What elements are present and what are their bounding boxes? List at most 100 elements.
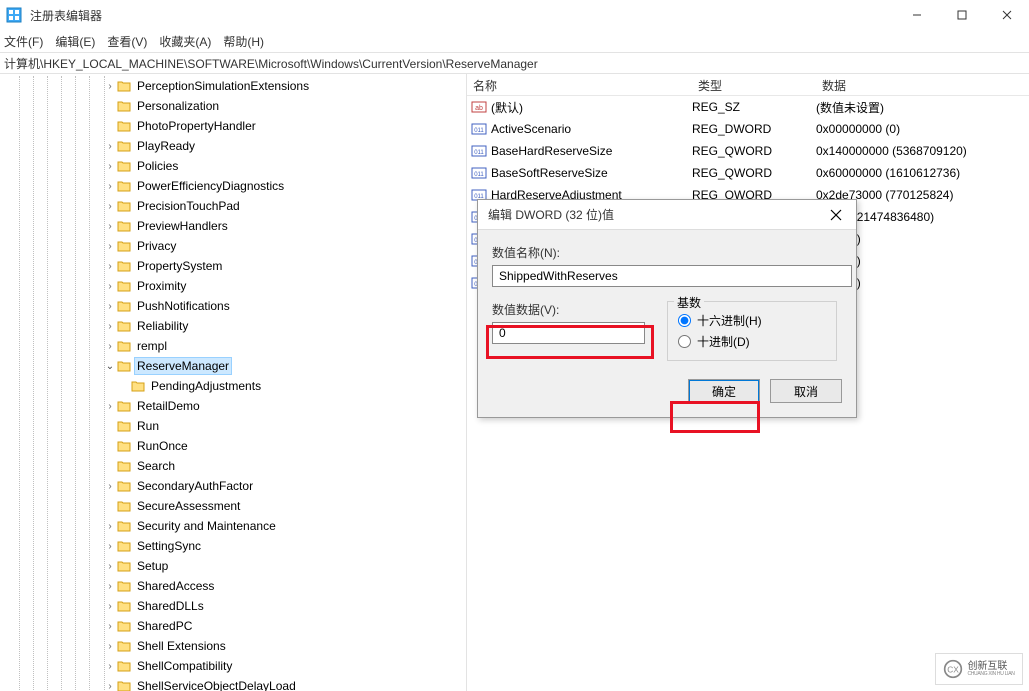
tree-item[interactable]: ›SecondaryAuthFactor <box>0 476 466 496</box>
app-icon <box>6 7 22 23</box>
folder-icon <box>117 500 131 512</box>
tree-item-label: ShellCompatibility <box>135 658 234 674</box>
tree-item[interactable]: ›Security and Maintenance <box>0 516 466 536</box>
list-row[interactable]: ab(默认)REG_SZ(数值未设置) <box>467 96 1029 118</box>
chevron-right-icon[interactable]: › <box>104 541 116 552</box>
chevron-right-icon[interactable]: › <box>104 301 116 312</box>
tree-item[interactable]: ›RetailDemo <box>0 396 466 416</box>
menu-favorites[interactable]: 收藏夹(A) <box>159 33 211 50</box>
tree-item[interactable]: ›SharedDLLs <box>0 596 466 616</box>
folder-icon <box>117 340 131 352</box>
menu-edit[interactable]: 编辑(E) <box>55 33 95 50</box>
tree-item-label: rempl <box>135 338 169 354</box>
tree-item[interactable]: › SettingSync <box>0 536 466 556</box>
radio-dec[interactable] <box>678 335 691 348</box>
chevron-right-icon[interactable]: › <box>104 641 116 652</box>
address-bar[interactable]: 计算机\HKEY_LOCAL_MACHINE\SOFTWARE\Microsof… <box>0 52 1029 74</box>
tree-item[interactable]: PhotoPropertyHandler <box>0 116 466 136</box>
tree-item[interactable]: ›PrecisionTouchPad <box>0 196 466 216</box>
tree-item[interactable]: ›Shell Extensions <box>0 636 466 656</box>
list-row[interactable]: 011BaseHardReserveSizeREG_QWORD0x1400000… <box>467 140 1029 162</box>
chevron-right-icon[interactable]: › <box>104 81 116 92</box>
tree-item[interactable]: ›SharedAccess <box>0 576 466 596</box>
tree-item[interactable]: › Policies <box>0 156 466 176</box>
tree-item-label: PowerEfficiencyDiagnostics <box>135 178 286 194</box>
cancel-button[interactable]: 取消 <box>770 379 842 403</box>
chevron-right-icon[interactable]: › <box>104 621 116 632</box>
radio-hex[interactable] <box>678 314 691 327</box>
chevron-down-icon[interactable]: ⌄ <box>104 361 116 372</box>
dialog-close-button[interactable] <box>816 200 856 230</box>
value-name: ActiveScenario <box>491 122 692 136</box>
folder-icon <box>117 100 131 112</box>
chevron-right-icon[interactable]: › <box>104 601 116 612</box>
tree-item[interactable]: Personalization <box>0 96 466 116</box>
chevron-right-icon[interactable]: › <box>104 281 116 292</box>
tree-item[interactable]: ›Reliability <box>0 316 466 336</box>
tree-item[interactable]: ›Setup <box>0 556 466 576</box>
window-title: 注册表编辑器 <box>30 7 894 24</box>
tree-item[interactable]: ›PushNotifications <box>0 296 466 316</box>
maximize-button[interactable] <box>939 0 984 30</box>
list-row[interactable]: 011ActiveScenarioREG_DWORD0x00000000 (0) <box>467 118 1029 140</box>
tree-item[interactable]: SecureAssessment <box>0 496 466 516</box>
chevron-right-icon[interactable]: › <box>104 241 116 252</box>
menu-view[interactable]: 查看(V) <box>107 33 147 50</box>
chevron-right-icon[interactable]: › <box>104 141 116 152</box>
tree-item-label: PreviewHandlers <box>135 218 230 234</box>
tree-item[interactable]: PendingAdjustments <box>0 376 466 396</box>
tree-item[interactable]: ›ShellServiceObjectDelayLoad <box>0 676 466 691</box>
chevron-right-icon[interactable]: › <box>104 221 116 232</box>
titlebar: 注册表编辑器 <box>0 0 1029 30</box>
tree-item[interactable]: RunOnce <box>0 436 466 456</box>
tree-item[interactable]: ›PerceptionSimulationExtensions <box>0 76 466 96</box>
menu-file[interactable]: 文件(F) <box>4 33 43 50</box>
tree-item[interactable]: ›Privacy <box>0 236 466 256</box>
tree-item[interactable]: › ShellCompatibility <box>0 656 466 676</box>
tree-item[interactable]: › PowerEfficiencyDiagnostics <box>0 176 466 196</box>
value-data-input[interactable] <box>492 322 645 344</box>
dialog-titlebar[interactable]: 编辑 DWORD (32 位)值 <box>478 200 856 230</box>
tree-item[interactable]: Search <box>0 456 466 476</box>
menu-help[interactable]: 帮助(H) <box>223 33 264 50</box>
chevron-right-icon[interactable]: › <box>104 581 116 592</box>
chevron-right-icon[interactable]: › <box>104 201 116 212</box>
tree-item[interactable]: ⌄ReserveManager <box>0 356 466 376</box>
folder-icon <box>117 680 131 691</box>
col-type[interactable]: 类型 <box>692 74 816 95</box>
chevron-right-icon[interactable]: › <box>104 261 116 272</box>
chevron-right-icon[interactable]: › <box>104 661 116 672</box>
tree-item-label: Policies <box>135 158 180 174</box>
col-data[interactable]: 数据 <box>816 74 1029 95</box>
tree-item[interactable]: › PreviewHandlers <box>0 216 466 236</box>
chevron-right-icon[interactable]: › <box>104 681 116 691</box>
tree-item[interactable]: ›Proximity <box>0 276 466 296</box>
col-name[interactable]: 名称 <box>467 74 692 95</box>
chevron-right-icon[interactable]: › <box>104 401 116 412</box>
folder-icon <box>117 400 131 412</box>
value-data: 0x00000000 (0) <box>816 122 1029 136</box>
tree-panel[interactable]: ›PerceptionSimulationExtensionsPersonali… <box>0 74 467 691</box>
value-name-label: 数值名称(N): <box>492 244 842 261</box>
chevron-right-icon[interactable]: › <box>104 181 116 192</box>
tree-item[interactable]: ›PropertySystem <box>0 256 466 276</box>
chevron-right-icon[interactable]: › <box>104 561 116 572</box>
value-name-input[interactable] <box>492 265 852 287</box>
chevron-right-icon[interactable]: › <box>104 341 116 352</box>
minimize-button[interactable] <box>894 0 939 30</box>
chevron-right-icon[interactable]: › <box>104 321 116 332</box>
radio-hex-label: 十六进制(H) <box>697 312 762 329</box>
list-row[interactable]: 011BaseSoftReserveSizeREG_QWORD0x6000000… <box>467 162 1029 184</box>
folder-icon <box>117 640 131 652</box>
tree-item[interactable]: Run <box>0 416 466 436</box>
chevron-right-icon[interactable]: › <box>104 481 116 492</box>
chevron-right-icon[interactable]: › <box>104 161 116 172</box>
close-button[interactable] <box>984 0 1029 30</box>
ok-button[interactable]: 确定 <box>688 379 760 403</box>
tree-item-label: SecureAssessment <box>135 498 242 514</box>
tree-item[interactable]: ›SharedPC <box>0 616 466 636</box>
tree-item-label: SettingSync <box>135 538 203 554</box>
tree-item[interactable]: › rempl <box>0 336 466 356</box>
tree-item[interactable]: ›PlayReady <box>0 136 466 156</box>
chevron-right-icon[interactable]: › <box>104 521 116 532</box>
